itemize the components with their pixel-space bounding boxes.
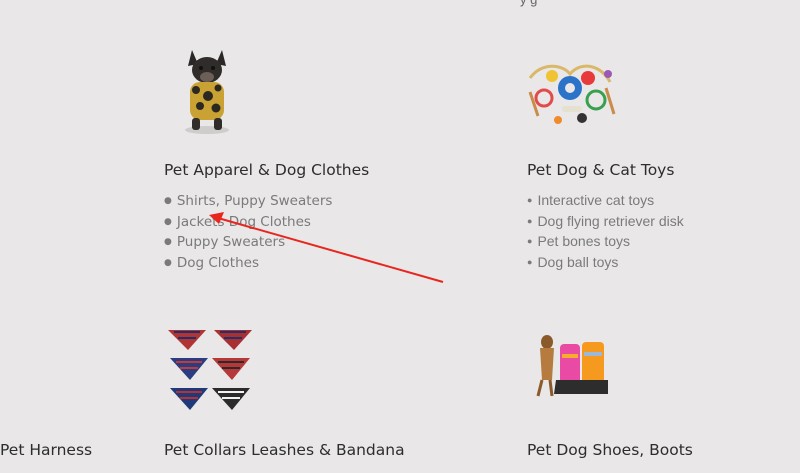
- bandanas-image[interactable]: [166, 326, 254, 414]
- category-list-apparel: Shirts, Puppy Sweaters Jackets Dog Cloth…: [164, 192, 333, 275]
- list-item[interactable]: Jackets Dog Clothes: [164, 213, 332, 234]
- category-title-toys[interactable]: Pet Dog & Cat Toys: [527, 161, 674, 179]
- partial-top-text: y g: [520, 0, 537, 7]
- pet-toys-image[interactable]: [522, 58, 618, 130]
- dog-boots-image[interactable]: [532, 330, 612, 402]
- category-title-apparel[interactable]: Pet Apparel & Dog Clothes: [164, 161, 369, 179]
- category-title-collars[interactable]: Pet Collars Leashes & Bandana: [164, 441, 405, 459]
- list-item[interactable]: Shirts, Puppy Sweaters: [164, 192, 333, 213]
- list-item[interactable]: Dog ball toys: [527, 253, 684, 274]
- list-item[interactable]: Interactive cat toys: [527, 191, 684, 212]
- category-list-toys: Interactive cat toys Dog flying retrieve…: [527, 191, 684, 274]
- dog-in-sweater-icon: [185, 50, 229, 134]
- dog-in-sweater-image[interactable]: [178, 44, 238, 136]
- category-title-harness[interactable]: Pet Harness: [0, 441, 92, 459]
- list-item[interactable]: Puppy Sweaters: [164, 233, 332, 254]
- category-title-shoes[interactable]: Pet Dog Shoes, Boots: [527, 441, 693, 459]
- list-item[interactable]: Dog flying retriever disk: [527, 212, 683, 233]
- pet-toys-icon: [528, 64, 616, 124]
- bandanas-icon: [168, 330, 252, 410]
- list-item[interactable]: Dog Clothes: [164, 254, 332, 275]
- dog-boots-icon: [536, 335, 608, 397]
- list-item[interactable]: Pet bones toys: [527, 232, 684, 253]
